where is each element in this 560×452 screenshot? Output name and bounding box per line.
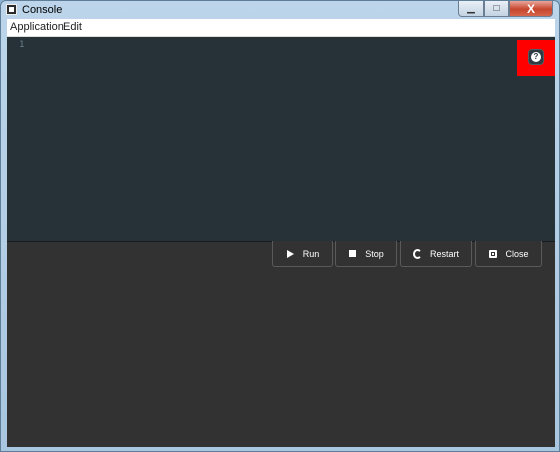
menu-bar: Application Edit	[7, 19, 555, 37]
run-button[interactable]: Run	[272, 241, 333, 267]
help-button[interactable]: ?	[528, 49, 544, 65]
refresh-icon	[412, 248, 422, 259]
window-close-button[interactable]: X	[509, 1, 553, 17]
help-highlight: ?	[517, 40, 555, 76]
stop-button[interactable]: Stop	[335, 241, 397, 267]
client-area: Application Edit 1 ? Run Stop Restart Cl…	[7, 19, 555, 447]
stop-icon	[348, 249, 357, 258]
close-box-icon	[488, 249, 497, 258]
close-button[interactable]: Close	[475, 241, 542, 267]
close-label: Close	[505, 248, 529, 259]
maximize-icon: □	[493, 2, 500, 14]
restart-button[interactable]: Restart	[400, 241, 472, 267]
minimize-icon: ▁	[467, 2, 475, 14]
app-icon	[6, 4, 17, 15]
window-controls: ▁ □ X	[458, 1, 553, 17]
window-title: Console	[22, 4, 63, 16]
menu-edit[interactable]: Edit	[63, 21, 82, 33]
application-window: Console ▁ □ X Application Edit 1 ? Run S…	[0, 0, 560, 452]
play-icon	[286, 249, 295, 258]
line-number: 1	[19, 40, 25, 50]
stop-label: Stop	[365, 248, 384, 259]
restart-label: Restart	[429, 248, 459, 259]
close-icon: X	[526, 1, 535, 16]
question-icon: ?	[531, 52, 541, 62]
code-editor[interactable]: 1 ?	[7, 37, 555, 242]
menu-application[interactable]: Application	[10, 21, 64, 33]
minimize-button[interactable]: ▁	[458, 1, 484, 17]
console-output[interactable]	[7, 242, 555, 447]
maximize-button[interactable]: □	[484, 1, 509, 17]
run-label: Run	[302, 248, 320, 259]
title-bar[interactable]: Console ▁ □ X	[1, 1, 559, 19]
